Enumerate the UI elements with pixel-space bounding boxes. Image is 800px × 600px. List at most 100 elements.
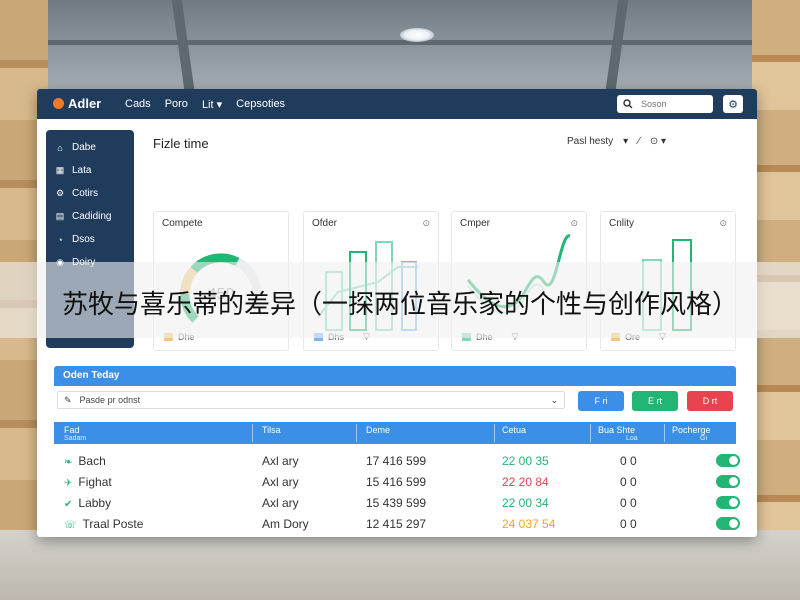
sidebar-item-label: Dabe: [72, 142, 96, 153]
orders-panel-header: Oden Teday: [54, 366, 736, 386]
sidebar-item[interactable]: ▤ Cadiding: [46, 205, 134, 228]
column-header[interactable]: Cetua: [502, 425, 526, 435]
column-header[interactable]: Bua Shte: [598, 425, 635, 435]
row-code: 15 416 599: [366, 475, 427, 489]
column-header[interactable]: Deme: [366, 425, 390, 435]
sidebar-item[interactable]: ⌂ Dabe: [46, 136, 134, 159]
row-toggle[interactable]: [716, 475, 740, 488]
row-name: ✔ Labby: [64, 496, 111, 510]
caption-banner: 苏牧与喜乐蒂的差异（一探两位音乐家的个性与创作风格）: [0, 262, 800, 338]
gear-icon: ⚙: [728, 98, 738, 111]
ceiling: [0, 0, 800, 90]
stat-label: Sre Bopy: [313, 186, 346, 195]
nav-item[interactable]: Cads: [125, 98, 151, 111]
row-time: 22 00 35: [502, 454, 549, 468]
stat-value: 299: [610, 162, 644, 184]
sidebar-item-label: Lata: [72, 165, 92, 176]
row-name-text: Traal Poste: [82, 517, 144, 531]
stat-card[interactable]: 21 Tet Hovery: [451, 159, 585, 201]
row-name-text: Bach: [78, 454, 106, 468]
stat-value: 56: [163, 162, 186, 184]
home-icon: ⌂: [57, 142, 63, 153]
row-name-text: Fighat: [78, 475, 112, 489]
orders-search-field[interactable]: ✎ Pasde pr odnst ⌄: [57, 391, 565, 409]
stat-label: Tet Hovery: [461, 186, 500, 195]
top-navbar: Adler Cads Poro Lit ▾ Cepsoties ⚙: [37, 89, 757, 119]
warehouse-floor: [0, 530, 800, 600]
row-type: Axl ary: [262, 454, 299, 468]
column-subheader: Gi: [700, 435, 707, 442]
caption-text: 苏牧与喜乐蒂的差异（一探两位音乐家的个性与创作风格）: [61, 289, 738, 319]
export-button[interactable]: E rt: [632, 391, 678, 411]
stat-value: 257: [313, 162, 347, 184]
brand[interactable]: Adler: [53, 96, 101, 111]
row-type: Axl ary: [262, 496, 299, 510]
brand-name: Adler: [68, 96, 102, 111]
search-icon: [623, 99, 633, 109]
row-toggle[interactable]: [716, 517, 740, 530]
check-icon: ✔: [64, 499, 73, 510]
options-icon[interactable]: ⊙ ▾: [650, 136, 666, 147]
info-icon[interactable]: ⊙: [422, 218, 430, 229]
row-name-text: Labby: [78, 496, 112, 510]
nav-item[interactable]: Cepsoties: [236, 98, 285, 111]
document-icon: ▤: [55, 211, 65, 221]
sidebar-item[interactable]: ▦ Lata: [46, 159, 134, 182]
column-header[interactable]: Pocherge: [672, 425, 711, 435]
stat-label: Plan Bopry: [610, 186, 650, 195]
card-title: Cnlity: [609, 218, 635, 229]
row-qty: 0 0: [620, 517, 637, 531]
stat-card[interactable]: 56 Pha Bopry: [153, 159, 287, 201]
column-divider: [664, 424, 665, 442]
delete-button[interactable]: D rt: [687, 391, 733, 411]
sidebar-item[interactable]: ⚙ Cotirs: [46, 182, 134, 205]
main-nav: Cads Poro Lit ▾ Cepsoties: [125, 98, 285, 111]
column-subheader: Sadam: [64, 435, 87, 442]
search-input[interactable]: [639, 98, 709, 110]
sidebar-item-label: Cotirs: [72, 188, 99, 199]
row-time: 22 20 84: [502, 475, 549, 489]
filter-divider: ⁄: [638, 136, 640, 147]
table-row[interactable]: ✈ Fighat Axl ary 15 416 599 22 20 84 0 0: [54, 472, 740, 493]
info-icon[interactable]: ⊙: [719, 218, 727, 229]
column-subheader: Loa: [626, 435, 638, 442]
row-toggle[interactable]: [716, 496, 740, 509]
column-divider: [590, 424, 591, 442]
nav-item[interactable]: Lit ▾: [202, 98, 222, 111]
info-icon[interactable]: ⊙: [570, 218, 578, 229]
grid-icon: ▦: [55, 165, 65, 175]
page-title: Fizle time: [153, 136, 209, 151]
table-row[interactable]: ✔ Labby Axl ary 15 439 599 22 00 34 0 0: [54, 493, 740, 514]
column-divider: [252, 424, 253, 442]
sidebar-item[interactable]: ◔ Dsos: [46, 228, 134, 251]
stat-card[interactable]: 257 Sre Bopy: [303, 159, 437, 201]
row-qty: 0 0: [620, 454, 637, 468]
card-title: Compete: [162, 218, 203, 229]
nav-item[interactable]: Poro: [165, 98, 188, 111]
column-divider: [494, 424, 495, 442]
chevron-down-icon[interactable]: ▾: [623, 136, 628, 147]
settings-button[interactable]: ⚙: [723, 95, 743, 113]
row-toggle[interactable]: [716, 454, 740, 467]
orders-search-value: Pasde pr odnst: [79, 395, 141, 405]
stat-card[interactable]: 299 Plan Bopry: [600, 159, 734, 201]
search-box[interactable]: [617, 95, 713, 113]
chevron-down-icon[interactable]: ⌄: [550, 395, 558, 406]
filter-button[interactable]: F ri: [578, 391, 624, 411]
filter-select[interactable]: Pasl hesty: [567, 136, 613, 147]
row-time: 22 00 34: [502, 496, 549, 510]
column-header[interactable]: Tilsa: [262, 425, 281, 435]
stat-label: Pha Bopry: [163, 186, 201, 195]
column-header[interactable]: Fad: [64, 425, 80, 435]
table-row[interactable]: ❧ Bach Axl ary 17 416 599 22 00 35 0 0: [54, 451, 740, 472]
plane-icon: ✈: [64, 478, 73, 489]
chart-icon: ◔: [57, 234, 63, 245]
column-divider: [356, 424, 357, 442]
row-code: 12 415 297: [366, 517, 427, 531]
table-row[interactable]: ☏ Traal Poste Am Dory 12 415 297 24 037 5…: [54, 514, 740, 535]
pencil-icon: ✎: [64, 394, 72, 405]
row-type: Am Dory: [262, 517, 309, 531]
card-title: Cmper: [460, 218, 491, 229]
row-qty: 0 0: [620, 496, 637, 510]
row-name: ✈ Fighat: [64, 475, 112, 489]
